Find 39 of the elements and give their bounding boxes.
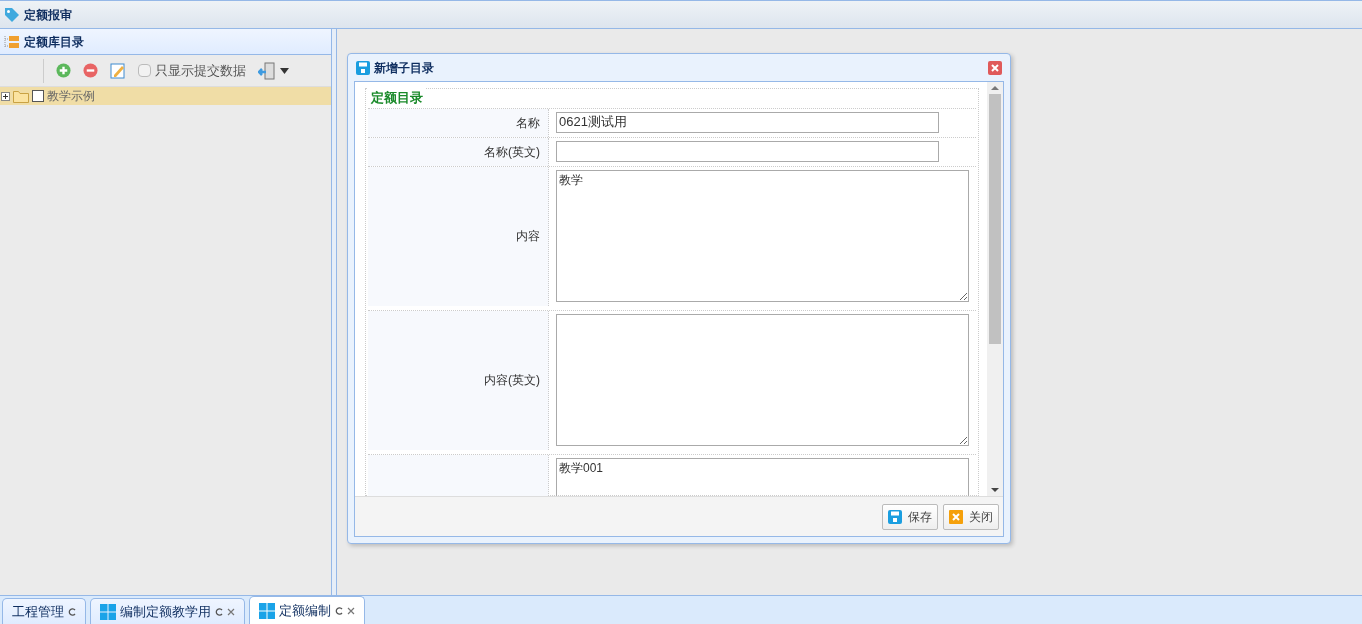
page-title: 定额报审 xyxy=(24,6,72,24)
expand-toggle[interactable] xyxy=(1,91,10,101)
close-icon[interactable] xyxy=(227,607,235,616)
field-label: 内容(英文) xyxy=(484,371,540,389)
add-icon[interactable] xyxy=(56,63,71,78)
close-icon[interactable] xyxy=(988,60,1002,75)
tree-checkbox[interactable] xyxy=(32,90,44,102)
panel-title: 定额库目录 xyxy=(24,33,84,51)
refresh-icon[interactable] xyxy=(335,606,343,615)
input-field[interactable] xyxy=(556,140,939,162)
field-label: 内容 xyxy=(516,227,540,245)
edit-icon[interactable] xyxy=(110,62,126,79)
filter-label: 只显示提交数据 xyxy=(155,61,246,80)
folder-tree-icon xyxy=(4,33,20,50)
floppy-icon xyxy=(888,509,902,524)
text-area[interactable]: 教学 xyxy=(556,169,969,302)
tag-icon xyxy=(4,6,20,23)
caret-icon[interactable] xyxy=(280,67,289,74)
folder-icon xyxy=(13,89,29,103)
windows-icon xyxy=(100,603,116,620)
scrollbar[interactable] xyxy=(987,82,1003,496)
tree-item-label: 教学示例 xyxy=(47,88,95,105)
fieldset-legend: 定额目录 xyxy=(368,88,426,108)
filter-checkbox[interactable] xyxy=(138,64,151,77)
floppy-icon xyxy=(356,60,370,75)
save-button[interactable]: 保存 xyxy=(882,503,938,530)
refresh-icon[interactable] xyxy=(215,607,223,616)
close-icon xyxy=(949,509,963,524)
input-field[interactable]: 0621测试用 xyxy=(556,111,939,133)
tree-item[interactable]: 教学示例 xyxy=(0,87,331,105)
remove-icon[interactable] xyxy=(83,63,98,78)
windows-icon xyxy=(259,602,275,619)
close-button[interactable]: 关闭 xyxy=(943,503,999,530)
tab[interactable]: 工程管理 xyxy=(2,598,86,624)
refresh-icon[interactable] xyxy=(68,607,76,616)
tab[interactable]: 编制定额教学用 xyxy=(90,598,245,624)
tab[interactable]: 定额编制 xyxy=(249,596,365,624)
close-icon[interactable] xyxy=(347,606,355,615)
dialog-title: 新增子目录 xyxy=(374,59,434,77)
